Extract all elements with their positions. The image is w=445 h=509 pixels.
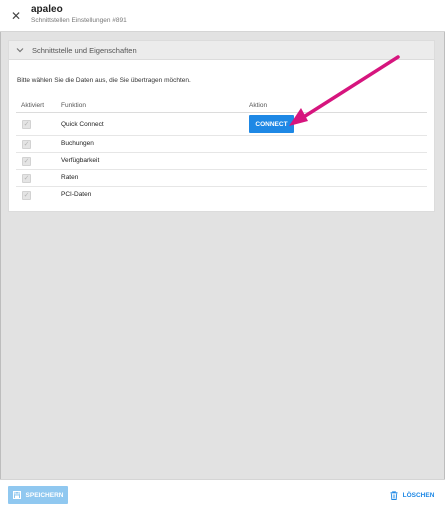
save-button[interactable]: SPEICHERN — [8, 486, 68, 504]
table-row: ✓ PCI-Daten — [16, 187, 427, 204]
table-row: ✓ Verfügbarkeit — [16, 153, 427, 170]
function-name: Verfügbarkeit — [61, 157, 100, 164]
panel-title: Schnittstelle und Eigenschaften — [32, 46, 137, 55]
dialog-subtitle: Schnittstellen Einstellungen #891 — [31, 17, 127, 24]
dialog-footer: SPEICHERN LÖSCHEN — [0, 479, 445, 509]
instruction-text: Bitte wählen Sie die Daten aus, die Sie … — [17, 77, 191, 84]
column-header-aktion: Aktion — [249, 102, 268, 109]
table-header: Aktiviert Funktion Aktion — [16, 99, 427, 113]
trash-icon — [390, 490, 398, 500]
dialog-header: ✕ apaleo Schnittstellen Einstellungen #8… — [0, 0, 445, 32]
panel-header[interactable]: Schnittstelle und Eigenschaften — [9, 41, 434, 60]
delete-button[interactable]: LÖSCHEN — [386, 486, 438, 504]
table-row: ✓ Buchungen — [16, 136, 427, 153]
table-row: ✓ Quick Connect CONNECT — [16, 113, 427, 136]
function-name: Buchungen — [61, 140, 94, 147]
close-icon[interactable]: ✕ — [8, 8, 24, 24]
function-name: Raten — [61, 174, 79, 181]
chevron-down-icon — [16, 48, 24, 53]
column-header-funktion: Funktion — [61, 102, 86, 109]
function-name: PCI-Daten — [61, 191, 92, 198]
save-button-label: SPEICHERN — [25, 491, 64, 499]
column-header-aktiviert: Aktiviert — [21, 102, 45, 109]
enabled-checkbox[interactable]: ✓ — [22, 174, 31, 183]
connect-button[interactable]: CONNECT — [249, 115, 294, 133]
dialog-title: apaleo — [31, 4, 63, 15]
save-icon — [12, 491, 21, 499]
enabled-checkbox[interactable]: ✓ — [22, 157, 31, 166]
delete-button-label: LÖSCHEN — [402, 491, 435, 499]
table-row: ✓ Raten — [16, 170, 427, 187]
interface-panel: Schnittstelle und Eigenschaften Bitte wä… — [8, 40, 435, 212]
enabled-checkbox[interactable]: ✓ — [22, 120, 31, 129]
enabled-checkbox[interactable]: ✓ — [22, 191, 31, 200]
enabled-checkbox[interactable]: ✓ — [22, 140, 31, 149]
functions-table: Aktiviert Funktion Aktion ✓ Quick Connec… — [16, 99, 427, 204]
function-name: Quick Connect — [61, 121, 104, 128]
